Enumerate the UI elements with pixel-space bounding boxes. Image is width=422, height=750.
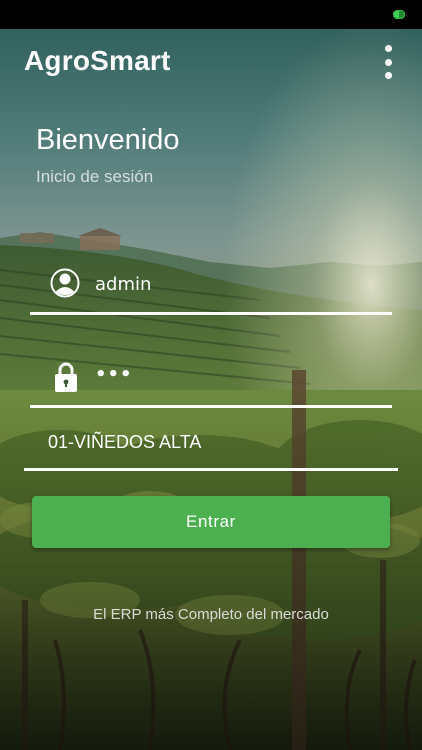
menu-dot [384,45,392,52]
company-select[interactable]: 01-VIÑEDOS ALTA [24,422,398,474]
company-select-value: 01-VIÑEDOS ALTA [48,432,202,452]
app-title: AgroSmart [24,45,171,76]
username-input[interactable]: admin [95,274,151,295]
login-subtitle: Inicio de sesión [36,167,154,186]
password-underline [30,405,392,408]
login-button[interactable]: Entrar [32,496,390,548]
app-bar: AgroSmart [0,29,422,95]
menu-dot [384,72,392,79]
more-vert-icon[interactable] [382,45,394,79]
password-input[interactable]: ••• [95,364,133,385]
user-icon [50,268,80,303]
username-field[interactable]: admin [30,262,392,318]
password-field[interactable]: ••• [30,358,392,412]
welcome-heading: Bienvenido [36,124,180,156]
status-bar [0,0,422,29]
login-screen: AgroSmart Bienvenido Inicio de sesión ad… [0,0,422,750]
tagline: El ERP más Completo del mercado [93,606,329,623]
lock-icon [54,361,78,398]
username-underline [30,312,392,315]
menu-dot [384,58,392,66]
battery-icon [393,10,405,19]
company-select-underline [24,468,398,471]
